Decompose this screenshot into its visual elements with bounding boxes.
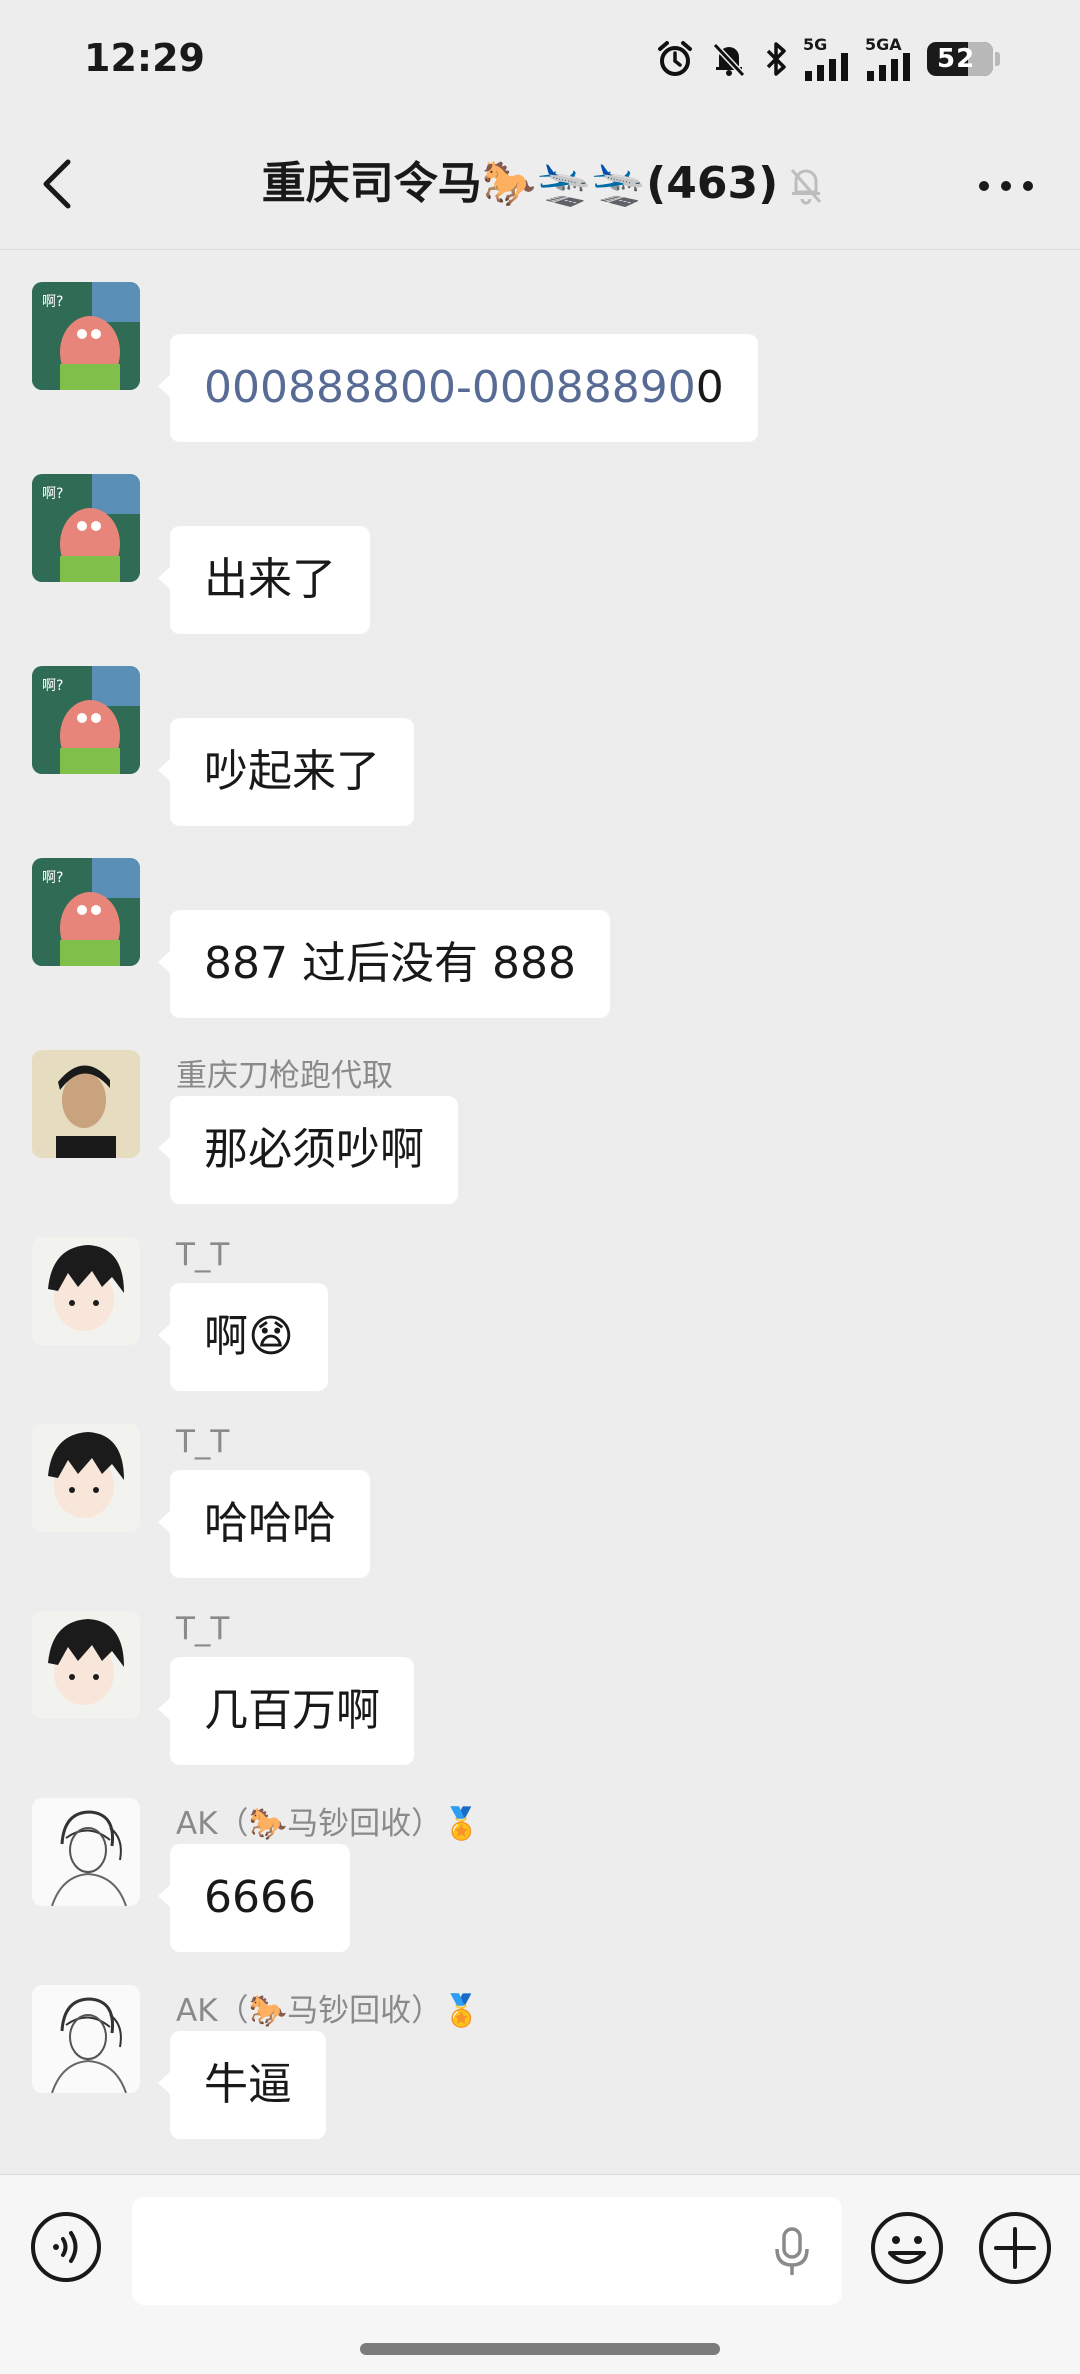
- message-item: AK（🐎马钞回收）🏅 6666: [32, 1798, 1032, 1958]
- message-text: 那必须吵啊: [204, 1124, 424, 1175]
- sender-name: T_T: [176, 1424, 230, 1460]
- bluetooth-icon: [766, 42, 786, 76]
- sender-name: AK（🐎马钞回收）🏅: [176, 1806, 481, 1842]
- message-item: T_T 啊😧: [32, 1237, 1032, 1397]
- message-text: 6666: [204, 1872, 316, 1923]
- mic-icon[interactable]: [772, 2227, 812, 2281]
- voice-icon: [31, 2212, 101, 2282]
- plus-icon: [979, 2212, 1051, 2284]
- voice-button[interactable]: [30, 2211, 102, 2287]
- message-text: 0: [695, 362, 724, 413]
- patrick-avatar[interactable]: 啊?: [32, 474, 140, 582]
- patrick-avatar[interactable]: 啊?: [32, 666, 140, 774]
- message-item: AK（🐎马钞回收）🏅 牛逼: [32, 1985, 1032, 2145]
- man-photo-avatar[interactable]: [32, 1050, 140, 1158]
- mute-bell-icon: [786, 162, 826, 210]
- status-bar: 12:29 5G 5GA 52: [0, 0, 1080, 118]
- message-text: 哈哈哈: [204, 1498, 336, 1549]
- svg-text:啊?: 啊?: [42, 678, 63, 694]
- message-item: 啊? 出来了: [32, 474, 1032, 634]
- svg-text:啊?: 啊?: [42, 870, 63, 886]
- chat-title: 重庆司令马🐎🛬🛬(463): [261, 158, 779, 209]
- svg-text:啊?: 啊?: [42, 486, 63, 502]
- sketch-avatar[interactable]: [32, 1985, 140, 2093]
- input-bar: [0, 2174, 1080, 2374]
- emoji-icon: [871, 2212, 943, 2284]
- battery-indicator: 52: [927, 42, 1000, 76]
- more-button[interactable]: [976, 176, 1036, 196]
- message-bubble[interactable]: 000888800-000888900: [158, 334, 758, 442]
- message-bubble[interactable]: 那必须吵啊: [158, 1096, 458, 1204]
- anime-boy-avatar[interactable]: [32, 1611, 140, 1719]
- message-bubble[interactable]: 吵起来了: [158, 718, 414, 826]
- message-item: 啊? 887 过后没有 888: [32, 858, 1032, 1018]
- patrick-avatar[interactable]: 啊?: [32, 282, 140, 390]
- message-bubble[interactable]: 哈哈哈: [158, 1470, 370, 1578]
- more-icon: [979, 181, 1033, 191]
- message-item: T_T 哈哈哈: [32, 1424, 1032, 1584]
- battery-icon: 52: [927, 42, 993, 76]
- message-link-text[interactable]: 000888800-00088890: [204, 362, 696, 413]
- message-item: T_T 几百万啊: [32, 1611, 1032, 1771]
- message-list[interactable]: 啊? 000888800-000888900 啊? 出来了 啊? 吵起来了 啊?…: [0, 250, 1080, 2174]
- silent-bell-icon: [712, 42, 746, 78]
- anime-boy-avatar[interactable]: [32, 1237, 140, 1345]
- home-indicator[interactable]: [360, 2343, 720, 2355]
- message-item: 啊? 000888800-000888900: [32, 282, 1032, 442]
- sender-name: T_T: [176, 1237, 230, 1273]
- message-text: 887 过后没有 888: [204, 938, 576, 989]
- message-bubble[interactable]: 6666: [158, 1844, 350, 1952]
- message-text: 牛逼: [204, 2059, 292, 2110]
- plus-button[interactable]: [978, 2211, 1052, 2289]
- sketch-avatar[interactable]: [32, 1798, 140, 1906]
- message-bubble[interactable]: 啊😧: [158, 1283, 328, 1391]
- signal-bars-icon: [867, 53, 910, 81]
- message-text: 出来了: [204, 554, 336, 605]
- emoji-button[interactable]: [870, 2211, 944, 2289]
- sender-name: 重庆刀枪跑代取: [176, 1058, 393, 1094]
- anime-boy-avatar[interactable]: [32, 1424, 140, 1532]
- signal-5g: 5G: [803, 37, 851, 81]
- sender-name: AK（🐎马钞回收）🏅: [176, 1993, 481, 2029]
- message-text: 吵起来了: [204, 746, 380, 797]
- patrick-avatar[interactable]: 啊?: [32, 858, 140, 966]
- message-text: 啊😧: [204, 1311, 294, 1362]
- message-text: 几百万啊: [204, 1685, 380, 1736]
- signal-5ga: 5GA: [865, 37, 913, 81]
- status-time: 12:29: [84, 36, 205, 80]
- sender-name: T_T: [176, 1611, 230, 1647]
- message-bubble[interactable]: 几百万啊: [158, 1657, 414, 1765]
- message-input[interactable]: [132, 2197, 842, 2305]
- message-bubble[interactable]: 887 过后没有 888: [158, 910, 610, 1018]
- message-bubble[interactable]: 出来了: [158, 526, 370, 634]
- alarm-icon: [658, 41, 692, 76]
- message-bubble[interactable]: 牛逼: [158, 2031, 326, 2139]
- svg-text:啊?: 啊?: [42, 294, 63, 310]
- battery-level: 52: [937, 44, 976, 74]
- chat-header: 重庆司令马🐎🛬🛬(463): [0, 118, 1080, 250]
- status-icons: 5G 5GA 52: [655, 36, 1000, 82]
- message-item: 重庆刀枪跑代取 那必须吵啊: [32, 1050, 1032, 1210]
- message-item: 啊? 吵起来了: [32, 666, 1032, 826]
- signal-bars-icon: [805, 53, 848, 81]
